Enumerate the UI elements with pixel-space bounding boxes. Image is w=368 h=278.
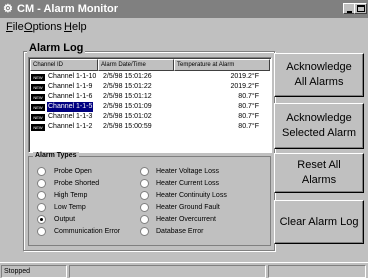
table-row[interactable]: NEW Channel 1-1-10 2/5/98 15:01:26 2019.…: [31, 72, 269, 82]
row-datetime: 2/5/98 15:01:22: [103, 83, 152, 90]
title-bar[interactable]: ⚙ CM - Alarm Monitor: [0, 0, 368, 18]
column-temperature[interactable]: Temperature at Alarm: [174, 59, 270, 71]
row-datetime: 2/5/98 15:00:59: [103, 123, 152, 130]
new-badge: NEW: [31, 74, 45, 81]
radio-heater-voltage-loss[interactable]: [140, 167, 149, 176]
row-datetime: 2/5/98 15:01:09: [103, 103, 152, 110]
row-channel-id: Channel 1-1-2: [48, 123, 93, 130]
radio-label: Heater Ground Fault: [156, 204, 220, 211]
table-row[interactable]: NEW Channel 1-1-2 2/5/98 15:00:59 80.7°F: [31, 122, 269, 132]
column-alarm-datetime[interactable]: Alarm Date/Time: [98, 59, 174, 71]
status-pane-empty: [69, 265, 266, 278]
row-datetime: 2/5/98 15:01:02: [103, 113, 152, 120]
radio-low-temp[interactable]: [37, 203, 46, 212]
maximize-icon: [357, 5, 365, 12]
acknowledge-all-button[interactable]: Acknowledge All Alarms: [274, 53, 364, 97]
radio-heater-current-loss[interactable]: [140, 179, 149, 188]
row-datetime: 2/5/98 15:01:26: [103, 73, 152, 80]
reset-all-alarms-button[interactable]: Reset All Alarms: [274, 153, 364, 193]
row-channel-id: Channel 1-1-9: [48, 83, 93, 90]
table-row[interactable]: NEW Channel 1-1-9 2/5/98 15:01:22 2019.2…: [31, 82, 269, 92]
status-text: Stopped: [1, 265, 67, 278]
radio-high-temp[interactable]: [37, 191, 46, 200]
acknowledge-selected-button[interactable]: Acknowledge Selected Alarm: [274, 103, 364, 149]
row-channel-id: Channel 1-1-10: [48, 73, 97, 80]
menu-options[interactable]: Options: [24, 21, 62, 33]
radio-probe-shorted[interactable]: [37, 179, 46, 188]
maximize-button[interactable]: [354, 3, 367, 14]
row-channel-id: Channel 1-1-3: [48, 113, 93, 120]
radio-heater-continuity-loss[interactable]: [140, 191, 149, 200]
radio-label: Database Error: [156, 228, 204, 235]
new-badge: NEW: [31, 94, 45, 101]
row-datetime: 2/5/98 15:01:12: [103, 93, 152, 100]
new-badge: NEW: [31, 104, 45, 111]
alarm-log-label: Alarm Log: [27, 42, 86, 54]
new-badge: NEW: [31, 124, 45, 131]
radio-communication-error[interactable]: [37, 227, 46, 236]
window-title: CM - Alarm Monitor: [17, 3, 119, 15]
new-badge: NEW: [31, 84, 45, 91]
radio-label: Output: [54, 216, 76, 223]
alarm-types-label: Alarm Types: [33, 152, 79, 159]
radio-label: Low Temp: [54, 204, 86, 211]
row-temperature: 2019.2°F: [230, 73, 260, 80]
new-badge: NEW: [31, 114, 45, 121]
radio-label: Communication Error: [54, 228, 121, 235]
status-bar: Stopped: [0, 262, 368, 278]
radio-label: Probe Open: [54, 168, 92, 175]
row-temperature: 80.7°F: [238, 93, 259, 100]
radio-database-error[interactable]: [140, 227, 149, 236]
clear-alarm-log-button[interactable]: Clear Alarm Log: [274, 200, 364, 244]
radio-label: Probe Shorted: [54, 180, 100, 187]
menu-file[interactable]: File: [6, 21, 24, 33]
list-header: Channel ID Alarm Date/Time Temperature a…: [30, 59, 270, 71]
status-pane-right: [268, 265, 366, 278]
radio-label: High Temp: [54, 192, 88, 199]
minimize-icon: [347, 11, 352, 13]
radio-probe-open[interactable]: [37, 167, 46, 176]
radio-heater-ground-fault[interactable]: [140, 203, 149, 212]
table-row[interactable]: NEW Channel 1-1-6 2/5/98 15:01:12 80.7°F: [31, 92, 269, 102]
alarm-log-list[interactable]: Channel ID Alarm Date/Time Temperature a…: [28, 57, 272, 153]
radio-label: Heater Continuity Loss: [156, 192, 227, 199]
row-temperature: 80.7°F: [238, 123, 259, 130]
radio-heater-overcurrent[interactable]: [140, 215, 149, 224]
radio-label: Heater Overcurrent: [156, 216, 216, 223]
radio-label: Heater Current Loss: [156, 180, 220, 187]
menu-bar: File Options Help: [0, 18, 368, 36]
alarm-monitor-window: ⚙ CM - Alarm Monitor File Options Help A…: [0, 0, 368, 278]
row-temperature: 80.7°F: [238, 113, 259, 120]
row-channel-id: Channel 1-1-5: [47, 102, 94, 112]
column-channel-id[interactable]: Channel ID: [30, 59, 98, 71]
row-temperature: 2019.2°F: [230, 83, 260, 90]
radio-output[interactable]: [37, 215, 46, 224]
row-temperature: 80.7°F: [238, 103, 259, 110]
table-row-selected[interactable]: NEW Channel 1-1-5 2/5/98 15:01:09 80.7°F: [31, 102, 269, 112]
menu-help[interactable]: Help: [64, 21, 87, 33]
table-row[interactable]: NEW Channel 1-1-3 2/5/98 15:01:02 80.7°F: [31, 112, 269, 122]
radio-label: Heater Voltage Loss: [156, 168, 220, 175]
row-channel-id: Channel 1-1-6: [48, 93, 93, 100]
app-icon[interactable]: ⚙: [3, 3, 15, 15]
